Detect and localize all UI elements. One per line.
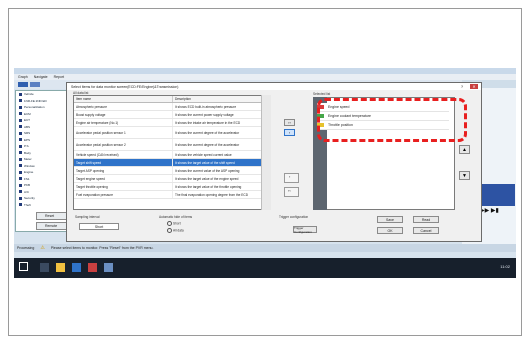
warning-icon: ⚠ xyxy=(40,245,45,251)
trigger-label: Trigger configuration xyxy=(279,215,309,219)
list-row[interactable]: Atmospheric pressure It shows ECD built-i… xyxy=(74,103,270,111)
playback-icon[interactable]: ▶▶ ▶▮ xyxy=(480,207,499,214)
list-row[interactable]: Fuel evaporation pressure The final evapo… xyxy=(74,191,270,199)
windows-start-icon[interactable] xyxy=(19,262,28,271)
screenshot-area: Graph Navigate Report Vehicle 1NR-FE 2ND… xyxy=(14,68,516,278)
read-button[interactable]: Read xyxy=(413,216,439,223)
list-header: Item name Description xyxy=(74,96,270,103)
remove-all-button[interactable]: ‹‹ xyxy=(284,187,299,197)
sampling-interval-select[interactable]: Short xyxy=(79,223,119,230)
list-scrollbar[interactable] xyxy=(261,95,271,210)
close-icon[interactable]: ✕ xyxy=(470,84,478,89)
add-all-button[interactable]: ›› xyxy=(284,119,295,126)
list-row[interactable]: Target throttle opening It shows the targ… xyxy=(74,183,270,191)
window-controls: ? ✕ xyxy=(458,84,478,89)
status-bar: Processing ⚠ Please select items to moni… xyxy=(14,244,516,252)
status-message: Please select items to monitor. Press "R… xyxy=(50,246,154,250)
list-row[interactable]: Boost supply voltage It shows the current… xyxy=(74,111,270,119)
toolbar-icon[interactable] xyxy=(18,82,28,87)
list-row[interactable]: Accelerator pedal position sensor 1 It sh… xyxy=(74,127,270,139)
app-icon[interactable] xyxy=(88,263,97,272)
menu-item-report[interactable]: Report xyxy=(54,75,65,79)
file-explorer-icon[interactable] xyxy=(56,263,65,272)
column-header-description[interactable]: Description xyxy=(173,96,268,102)
help-icon[interactable]: ? xyxy=(458,84,466,89)
move-down-button[interactable]: ▼ xyxy=(459,171,470,180)
save-button[interactable]: Save xyxy=(377,216,403,223)
all-data-list[interactable]: Item name Description Atmospheric pressu… xyxy=(73,95,271,210)
column-header-name[interactable]: Item name xyxy=(74,96,173,102)
app-icon[interactable] xyxy=(104,263,113,272)
auto-hide-label: Automatic hide of items xyxy=(159,215,193,219)
radio-short[interactable]: Short xyxy=(167,221,181,226)
add-button[interactable]: › xyxy=(284,129,295,136)
trigger-configuration-button[interactable]: Trigger Configuration xyxy=(293,226,317,234)
dialog-title: Select Items for data monitor screen(ECD… xyxy=(67,83,481,90)
list-row[interactable]: Engine air temperature (No.1) It shows th… xyxy=(74,119,270,127)
tree-row[interactable]: Theft xyxy=(16,202,72,209)
menu-item-graph[interactable]: Graph xyxy=(18,75,28,79)
search-icon[interactable] xyxy=(40,263,49,272)
sampling-interval-label: Sampling interval xyxy=(75,215,100,219)
highlight-annotation xyxy=(317,98,467,142)
ok-button[interactable]: OK xyxy=(377,227,403,234)
reset-button[interactable]: Reset xyxy=(36,212,70,220)
menu-item-navigate[interactable]: Navigate xyxy=(34,75,48,79)
list-row[interactable]: Vehicle speed (CAN received) It shows the… xyxy=(74,151,270,159)
browser-icon[interactable] xyxy=(72,263,81,272)
radio-all[interactable]: All data xyxy=(167,228,184,233)
list-row[interactable]: Target engine speed It shows the target v… xyxy=(74,175,270,183)
cancel-button[interactable]: Cancel xyxy=(413,227,439,234)
system-clock[interactable]: 11:02 xyxy=(500,264,510,269)
remote-button[interactable]: Remote xyxy=(36,222,70,230)
selected-list-label: Selected list xyxy=(313,92,331,96)
list-row-selected[interactable]: Target shift speed It shows the target va… xyxy=(74,159,270,167)
status-left: Processing xyxy=(17,246,35,250)
toolbar-icon[interactable] xyxy=(30,82,40,87)
taskbar: 11:02 xyxy=(14,258,516,278)
left-navigation-tree: Vehicle 1NR-FE 2ND ED Personalization EC… xyxy=(15,90,73,232)
list-row[interactable]: Target ASP opening It shows the current v… xyxy=(74,167,270,175)
move-up-button[interactable]: ▲ xyxy=(459,145,470,154)
remove-button[interactable]: ‹ xyxy=(284,173,299,183)
list-row[interactable]: Accelerator pedal position sensor 2 It sh… xyxy=(74,139,270,151)
